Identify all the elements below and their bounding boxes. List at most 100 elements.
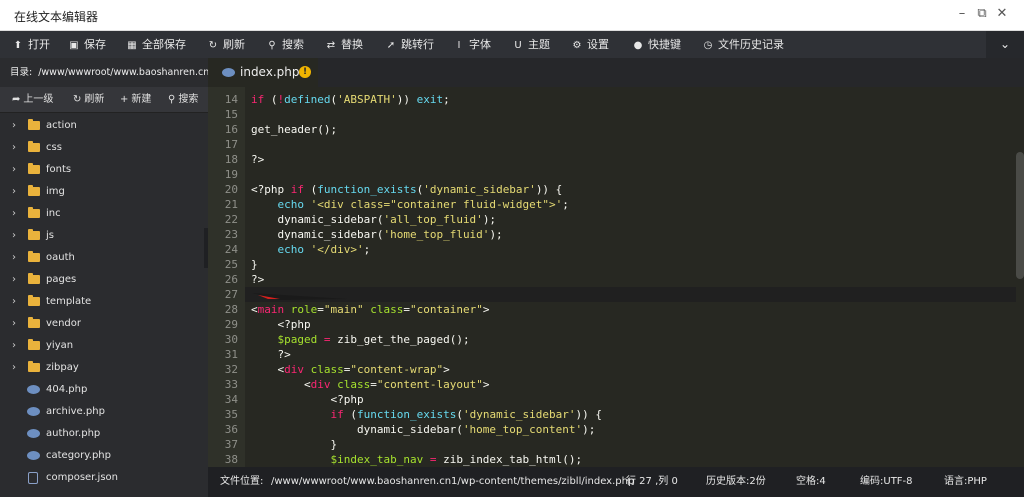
up-level-button[interactable]: ➦ 上一级 <box>12 87 53 113</box>
code-token: function_exists <box>356 408 457 421</box>
new-button[interactable]: + 新建 <box>120 87 151 113</box>
tree-folder[interactable]: › action <box>0 115 208 137</box>
indent-guide <box>251 363 278 376</box>
php-file-icon <box>222 68 235 77</box>
code-line: 16 get_header(); <box>208 122 1016 137</box>
folder-icon <box>28 361 40 372</box>
code-line: 38 $index_tab_nav = zib_index_tab_html()… <box>208 452 1016 467</box>
tree-folder[interactable]: › template <box>0 291 208 313</box>
file-path-label: 文件位置: <box>220 476 264 487</box>
editor-scrollbar[interactable] <box>1016 87 1024 467</box>
code-token: dynamic_sidebar( <box>277 213 384 226</box>
maximize-icon[interactable]: ⧉ <box>975 7 989 21</box>
save-all-button[interactable]: ▦ 全部保存 <box>126 31 186 58</box>
code-token: )) { <box>535 183 563 196</box>
code-token: ; <box>363 243 371 256</box>
tree-folder[interactable]: › vendor <box>0 313 208 335</box>
tree-folder[interactable]: › inc <box>0 203 208 225</box>
code-token: '</div>' <box>310 243 364 256</box>
theme-button[interactable]: U 主题 <box>512 31 550 58</box>
minimize-icon[interactable]: – <box>955 7 969 21</box>
folder-name: img <box>46 186 65 197</box>
sidebar-search-button[interactable]: ⚲ 搜索 <box>168 87 198 113</box>
tree-file[interactable]: 404.php <box>0 379 208 401</box>
code-text: echo '<div class="container fluid-widget… <box>251 197 569 212</box>
save-icon: ▣ <box>69 40 79 51</box>
toolbar-collapse-button[interactable]: ⌄ <box>986 31 1024 58</box>
line-number: 28 <box>224 303 238 316</box>
code-token: "container" <box>410 303 483 316</box>
code-line: 36 dynamic_sidebar('home_top_content'); <box>208 422 1016 437</box>
up-level-label: 上一级 <box>23 94 54 105</box>
indent-guide <box>251 318 278 331</box>
tree-folder[interactable]: › img <box>0 181 208 203</box>
code-text: <?php <box>251 392 363 407</box>
tree-file[interactable]: composer.json <box>0 467 208 489</box>
jump-line-button[interactable]: ➚ 跳转行 <box>385 31 434 58</box>
code-line: 14 if (!defined('ABSPATH')) exit; <box>208 92 1016 107</box>
tree-file[interactable]: category.php <box>0 445 208 467</box>
tree-file[interactable]: archive.php <box>0 401 208 423</box>
tab-index-php[interactable]: index.php ! <box>208 58 318 87</box>
code-token: ( <box>264 93 278 106</box>
scrollbar-thumb[interactable] <box>1016 152 1024 279</box>
sidebar-refresh-button[interactable]: ↻ 刷新 <box>73 87 104 113</box>
language-mode[interactable]: 语言:PHP <box>944 467 987 497</box>
file-name: composer.json <box>46 472 119 483</box>
tree-folder[interactable]: › pages <box>0 269 208 291</box>
tree-folder[interactable]: › zibpay <box>0 357 208 379</box>
code-token: ?> <box>277 348 291 361</box>
history-label: 文件历史记录 <box>718 38 784 51</box>
code-token: class <box>310 363 344 376</box>
line-number: 21 <box>224 198 238 211</box>
code-token: class <box>370 303 404 316</box>
upload-icon: ⬆ <box>13 40 23 51</box>
close-icon[interactable]: ✕ <box>995 7 1009 21</box>
php-file-icon <box>27 385 40 394</box>
history-icon: ◷ <box>703 40 713 51</box>
font-label: 字体 <box>469 38 491 51</box>
search-icon: ⚲ <box>268 40 276 51</box>
chevron-down-icon: ⌄ <box>999 37 1011 51</box>
code-token: ; <box>562 198 569 211</box>
php-file-icon <box>27 407 40 416</box>
tree-folder[interactable]: › js <box>0 225 208 247</box>
encoding[interactable]: 编码:UTF-8 <box>860 467 913 497</box>
file-name: category.php <box>46 450 111 461</box>
tree-folder[interactable]: › yiyan <box>0 335 208 357</box>
folder-icon <box>28 163 40 174</box>
shortcut-button[interactable]: ● 快捷键 <box>632 31 681 58</box>
line-number: 34 <box>224 393 238 406</box>
file-path: /www/wwwroot/www.baoshanren.cn1/wp-conte… <box>271 476 635 487</box>
tree-file[interactable]: author.php <box>0 423 208 445</box>
chevron-right-icon: › <box>12 318 16 329</box>
tab-label: index.php <box>240 65 300 79</box>
tree-folder[interactable]: › fonts <box>0 159 208 181</box>
file-name: archive.php <box>46 406 105 417</box>
replace-button[interactable]: ⇄ 替换 <box>325 31 363 58</box>
indent-guide <box>251 438 330 451</box>
tree-folder[interactable]: › css <box>0 137 208 159</box>
folder-icon <box>28 317 40 328</box>
code-token: 'ABSPATH' <box>337 93 397 106</box>
open-button[interactable]: ⬆ 打开 <box>12 31 50 58</box>
font-button[interactable]: I 字体 <box>453 31 491 58</box>
code-token: div <box>284 363 304 376</box>
chevron-right-icon: › <box>12 164 16 175</box>
line-number: 35 <box>224 408 238 421</box>
search-button[interactable]: ⚲ 搜索 <box>266 31 304 58</box>
code-token: 'dynamic_sidebar' <box>462 408 576 421</box>
settings-button[interactable]: ⚙ 设置 <box>571 31 609 58</box>
code-editor[interactable]: 14 if (!defined('ABSPATH')) exit; 15 16 get_… <box>208 87 1016 467</box>
tree-folder[interactable]: › oauth <box>0 247 208 269</box>
tab-bar: index.php ! <box>208 58 1024 87</box>
history-button[interactable]: ◷ 文件历史记录 <box>702 31 784 58</box>
save-button[interactable]: ▣ 保存 <box>68 31 106 58</box>
indent-spaces[interactable]: 空格:4 <box>796 467 826 497</box>
code-token: } <box>251 258 258 271</box>
save-all-icon: ▦ <box>127 40 137 51</box>
refresh-button[interactable]: ↻ 刷新 <box>207 31 245 58</box>
